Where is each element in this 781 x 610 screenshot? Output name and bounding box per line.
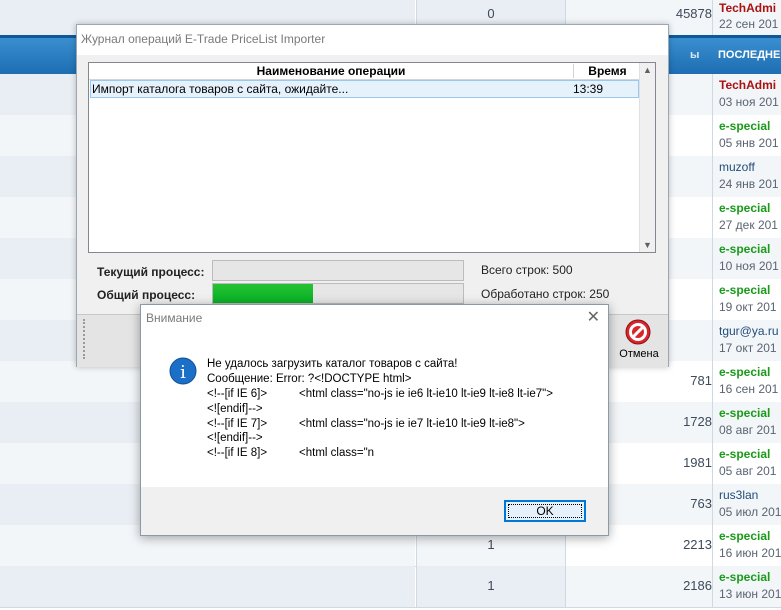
toolbar-grip[interactable]: [83, 319, 87, 359]
current-process-label: Текущий процесс:: [97, 265, 205, 279]
last-post-date: 19 окт 201: [719, 300, 777, 314]
replies-count: 1: [487, 537, 495, 552]
last-post-author[interactable]: e-special: [719, 406, 770, 420]
last-post-author[interactable]: e-special: [719, 447, 770, 461]
last-post-date: 10 ноя 201: [719, 259, 779, 273]
close-icon[interactable]: ✕: [587, 307, 600, 327]
cancel-label: Отмена: [619, 348, 659, 360]
stop-icon: [625, 319, 651, 345]
message-line: <![endif]-->: [207, 432, 263, 445]
last-post-date: 16 июн 201: [719, 546, 781, 560]
scroll-down-icon[interactable]: ▼: [643, 240, 652, 250]
overall-process-bar: [212, 283, 464, 304]
operations-list[interactable]: Наименование операции Время Импорт катал…: [88, 62, 656, 253]
message-line: <![endif]-->: [207, 402, 263, 415]
column-header-operation-name[interactable]: Наименование операции: [89, 64, 573, 78]
alert-titlebar[interactable]: Внимание ✕: [141, 305, 608, 333]
last-post-author[interactable]: TechAdmi: [719, 78, 776, 92]
overall-process-label: Общий процесс:: [97, 288, 196, 302]
last-post-date: 22 сен 201: [719, 17, 779, 31]
views-count: 2213: [683, 537, 712, 552]
list-item[interactable]: Импорт каталога товаров с сайта, ожидайт…: [90, 80, 639, 98]
column-header-time[interactable]: Время: [573, 64, 641, 78]
alert-message: Не удалось загрузить каталог товаров с с…: [207, 357, 597, 461]
processed-rows: Обработано строк: 250: [481, 287, 610, 301]
last-post-author[interactable]: rus3lan: [719, 488, 758, 502]
last-post-author[interactable]: TechAdmi: [719, 1, 776, 15]
cancel-button[interactable]: Отмена: [614, 317, 664, 365]
info-icon: i: [169, 357, 197, 385]
header-last-post: ПОСЛЕДНЕЕ: [718, 49, 781, 61]
scroll-up-icon[interactable]: ▲: [643, 65, 652, 75]
journal-title: Журнал операций E-Trade PriceList Import…: [81, 32, 326, 46]
alert-dialog: Внимание ✕ i Не удалось загрузить катало…: [140, 304, 609, 536]
last-post-author[interactable]: e-special: [719, 242, 770, 256]
total-rows: Всего строк: 500: [481, 263, 573, 277]
svg-text:i: i: [180, 362, 186, 383]
replies-count: 1: [487, 578, 495, 593]
current-process-bar: [212, 260, 464, 281]
last-post-date: 08 авг 201: [719, 423, 777, 437]
last-post-date: 27 дек 201: [719, 218, 778, 232]
last-post-date: 16 сен 201: [719, 382, 779, 396]
replies-count: 0: [487, 6, 495, 21]
last-post-author[interactable]: e-special: [719, 201, 770, 215]
last-post-date: 05 янв 201: [719, 136, 779, 150]
last-post-date: 03 ноя 201: [719, 95, 779, 109]
last-post-date: 24 янв 201: [719, 177, 779, 191]
last-post-date: 17 окт 201: [719, 341, 777, 355]
operation-time: 13:39: [573, 82, 604, 96]
alert-footer: OK: [141, 487, 608, 535]
last-post-author[interactable]: e-special: [719, 119, 770, 133]
message-line: <!--[if IE 6]> <html class="no-js ie ie6…: [207, 387, 553, 400]
last-post-date: 05 июл 201: [719, 505, 781, 519]
last-post-author[interactable]: muzoff: [719, 160, 755, 174]
journal-titlebar[interactable]: Журнал операций E-Trade PriceList Import…: [77, 25, 668, 55]
last-post-author[interactable]: e-special: [719, 570, 770, 584]
views-count: 45878: [675, 6, 712, 21]
last-post-date: 13 июн 201: [719, 587, 781, 601]
operations-scrollbar[interactable]: ▲ ▼: [639, 63, 655, 252]
last-post-author[interactable]: tgur@ya.ru: [719, 324, 779, 338]
message-line: <!--[if IE 7]> <html class="no-js ie ie7…: [207, 417, 525, 430]
table-row[interactable]: 1 2186 e-special 13 июн 201: [0, 566, 781, 608]
views-count: 2186: [683, 578, 712, 593]
message-line: Не удалось загрузить каталог товаров с с…: [207, 358, 458, 370]
alert-title: Внимание: [146, 311, 203, 325]
overall-process-fill: [213, 284, 313, 303]
ok-button[interactable]: OK: [504, 500, 586, 522]
message-line: Сообщение: Error: ?<!DOCTYPE html>: [207, 372, 412, 385]
last-post-date: 05 авг 201: [719, 464, 777, 478]
operation-name: Импорт каталога товаров с сайта, ожидайт…: [92, 82, 349, 96]
last-post-author[interactable]: e-special: [719, 529, 770, 543]
header-col-suffix: ы: [690, 49, 700, 61]
message-line: <!--[if IE 8]> <html class="n: [207, 447, 375, 460]
last-post-author[interactable]: e-special: [719, 283, 770, 297]
operations-list-header: Наименование операции Время: [89, 63, 640, 80]
last-post-author[interactable]: e-special: [719, 365, 770, 379]
